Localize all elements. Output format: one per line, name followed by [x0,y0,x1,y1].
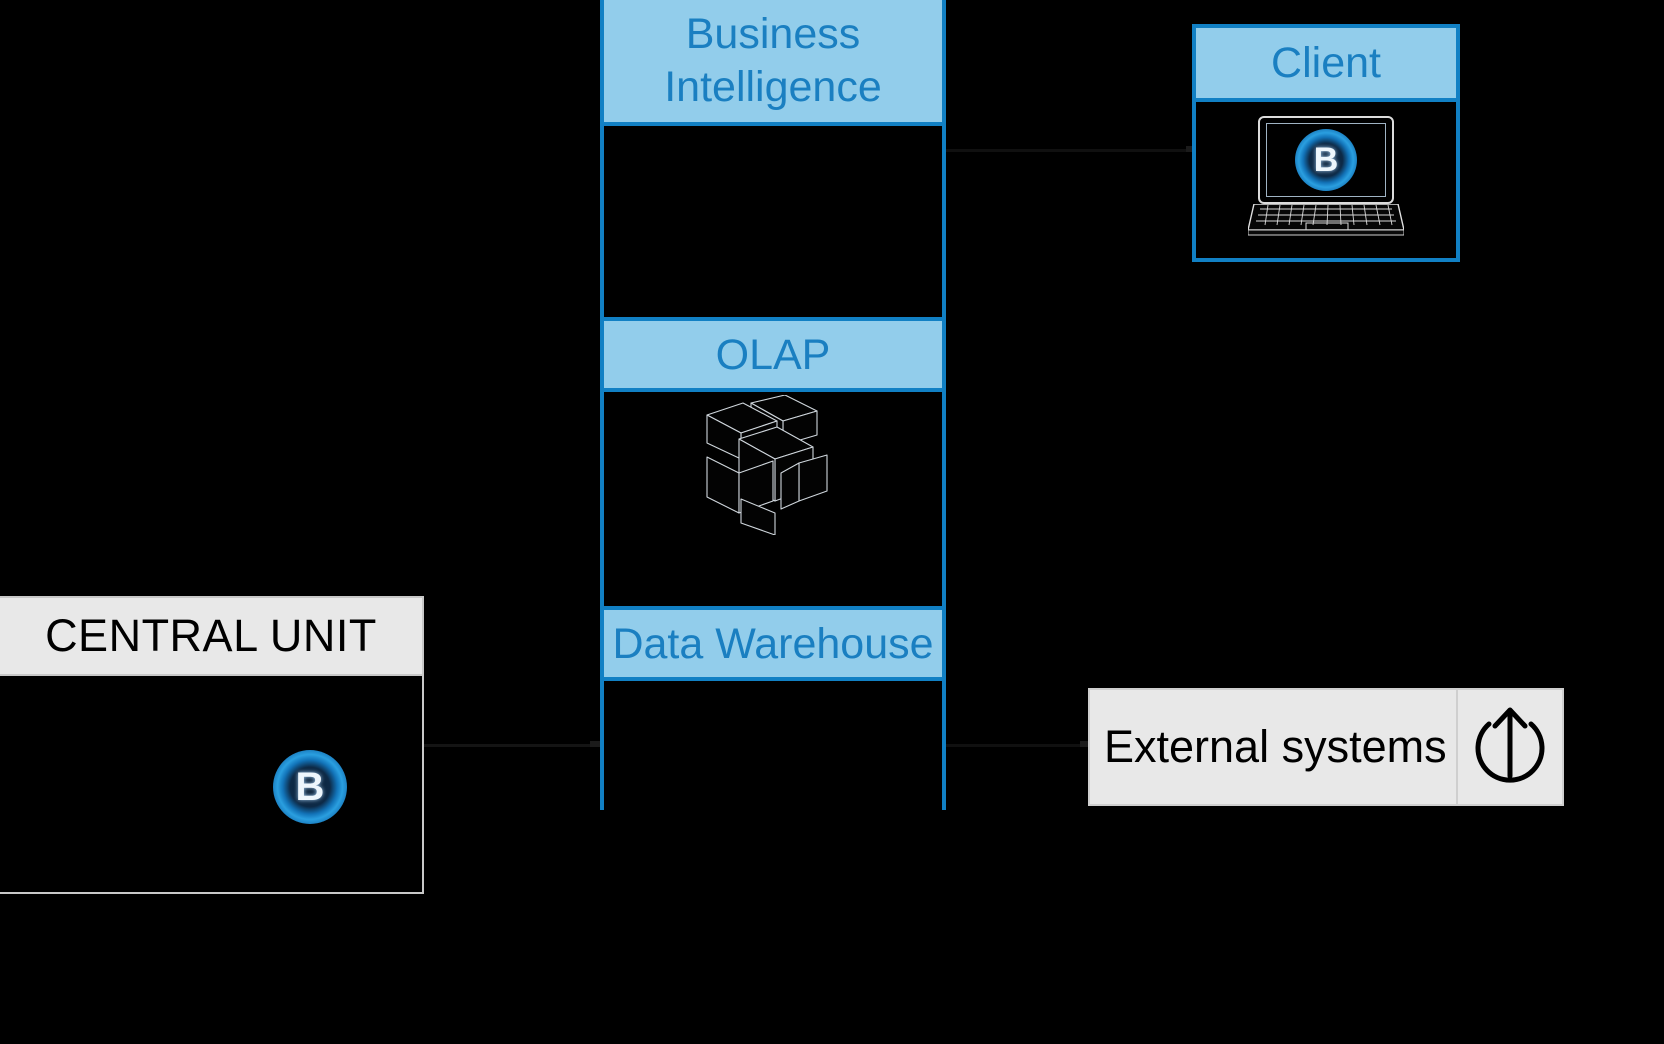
cube-stack-icon [706,395,828,535]
central-unit-body: B [0,676,422,892]
connector-tick-stack-left [590,741,600,747]
olap-label: OLAP [715,330,831,379]
client-body: B [1196,102,1456,258]
client-box: Client B [1192,24,1460,262]
laptop-icon: B [1247,116,1405,240]
data-warehouse-label: Data Warehouse [612,619,934,668]
olap-header: OLAP [604,317,942,392]
client-header: Client [1196,28,1456,102]
external-systems-icon-cell[interactable] [1456,690,1562,804]
business-intelligence-label: Business Intelligence [664,8,882,114]
business-intelligence-header: Business Intelligence [604,0,942,126]
central-unit-box: CENTRAL UNIT B [0,596,424,894]
external-systems-label-cell: External systems [1090,690,1456,804]
diagram-canvas: Business Intelligence OLAP Data Warehous… [0,0,1664,1044]
olap-body [604,392,942,606]
central-unit-label: CENTRAL UNIT [45,610,377,661]
b-logo-letter: B [295,765,325,809]
laptop-screen: B [1266,123,1386,197]
client-label: Client [1271,38,1381,87]
external-systems-label: External systems [1104,721,1447,772]
business-intelligence-body [604,126,942,317]
data-warehouse-header: Data Warehouse [604,606,942,681]
connector-stack-to-external [946,744,1088,747]
laptop-lid: B [1258,116,1394,204]
connector-stack-to-client [946,149,1192,152]
b-logo-badge: B [1295,129,1357,191]
connector-central-to-stack [424,744,600,747]
b-logo-letter: B [1313,141,1339,179]
b-logo-badge: B [273,750,347,824]
laptop-base [1247,203,1405,238]
central-unit-header: CENTRAL UNIT [0,598,422,676]
data-warehouse-body [604,681,942,810]
bi-label-line1: Business [685,10,861,58]
external-systems-box: External systems [1088,688,1564,806]
bi-label-line2: Intelligence [664,63,882,111]
export-arrow-circle-icon[interactable] [1469,704,1551,790]
bi-stack-container: Business Intelligence OLAP Data Warehous… [600,0,946,810]
